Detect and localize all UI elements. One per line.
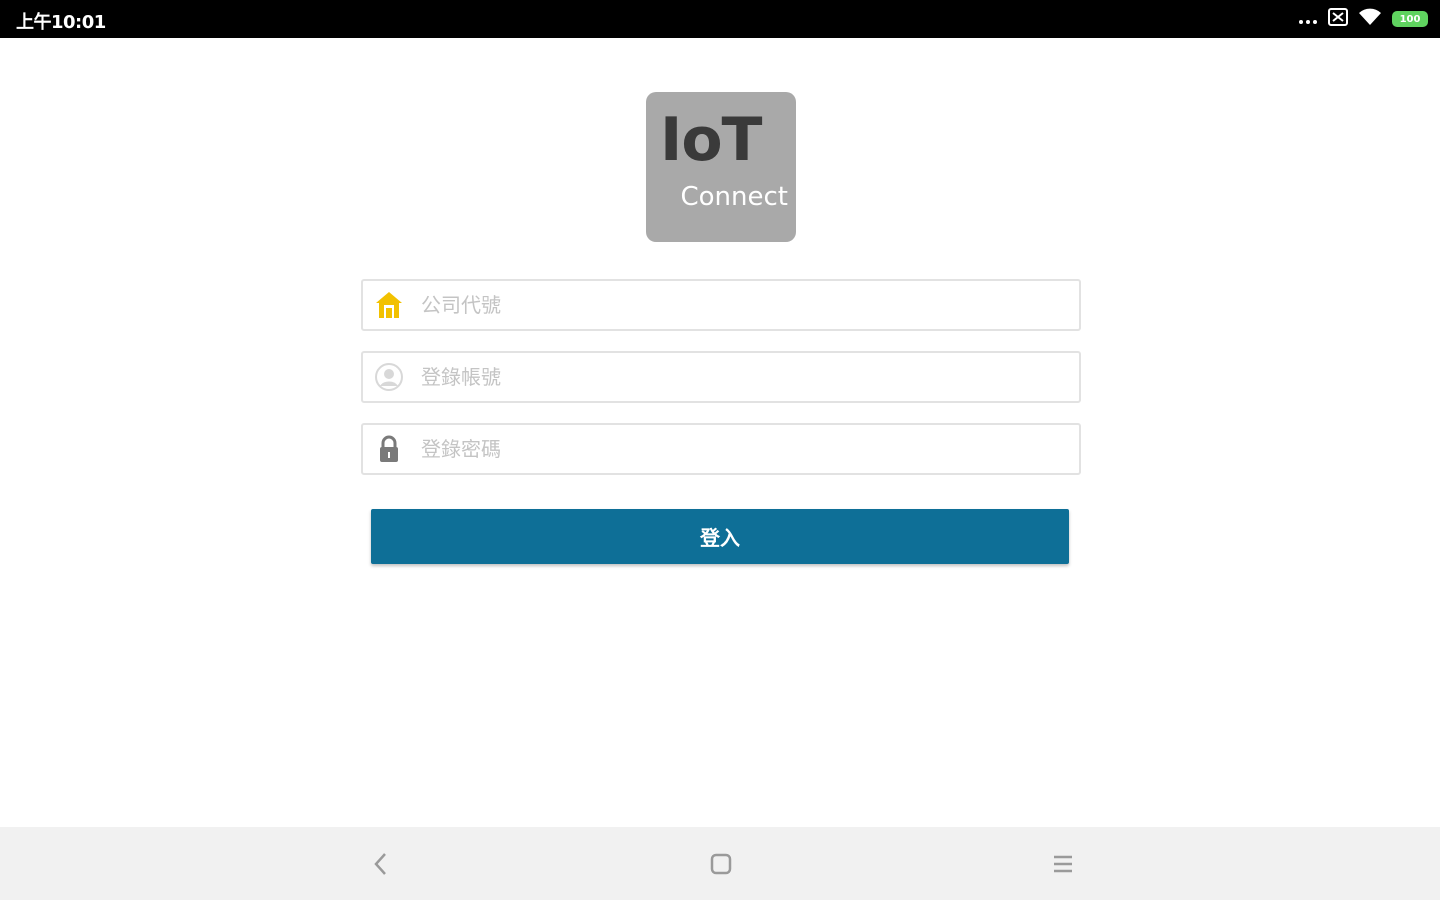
menu-icon[interactable] [1043,847,1083,881]
logo-title: IoT [660,105,762,175]
account-input[interactable] [421,353,1061,401]
battery-level: 100 [1399,13,1421,25]
iot-connect-logo: IoT Connect [646,92,796,242]
more-dots-icon [1298,10,1318,29]
login-button[interactable]: 登入 [371,509,1069,564]
login-screen: IoT Connect 公司代號 登錄帳號 登入 [0,38,1440,827]
user-icon [373,361,405,393]
company-code-field[interactable] [361,279,1081,331]
sim-icon [1328,8,1348,30]
house-icon [373,289,405,321]
status-time: 上午10:01 [16,12,106,33]
back-icon[interactable] [361,847,401,881]
logo-subtitle: Connect [680,182,788,212]
home-icon[interactable] [701,847,741,881]
battery-icon: 100 [1392,11,1428,27]
navigation-bar [0,827,1440,900]
password-input[interactable] [421,425,1061,473]
lock-icon [373,433,405,465]
status-icons: 100 [1298,8,1428,30]
account-field[interactable] [361,351,1081,403]
password-field[interactable] [361,423,1081,475]
wifi-icon [1358,8,1382,30]
company-code-input[interactable] [421,281,1061,329]
status-bar: 上午10:01 100 [0,0,1440,38]
